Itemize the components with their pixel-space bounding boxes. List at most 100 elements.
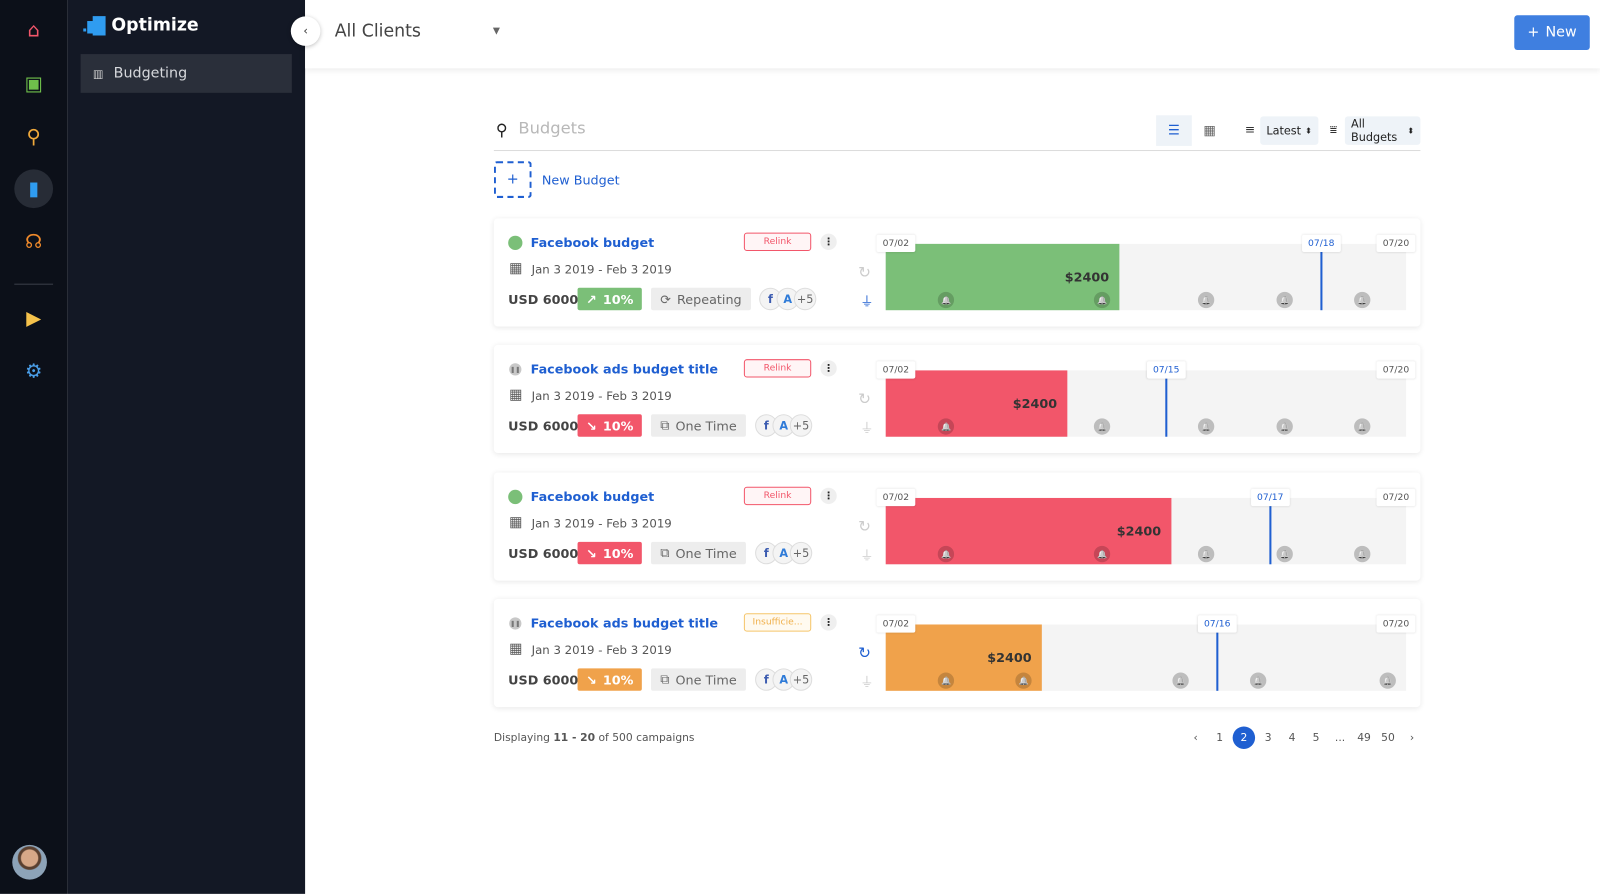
- more-options-icon[interactable]: ⋮: [820, 614, 837, 631]
- analytics-search-icon[interactable]: ⚲: [14, 117, 53, 156]
- spent-value: $2400: [1116, 523, 1162, 539]
- history-icon[interactable]: ↻: [858, 390, 871, 408]
- platforms[interactable]: f A +5: [755, 668, 813, 691]
- trend-down-icon: ↘: [586, 671, 597, 688]
- bell-icon[interactable]: 🔔: [1094, 291, 1111, 309]
- view-toggle: ☰ ▦: [1156, 115, 1227, 146]
- summary-suffix: of 500 campaigns: [595, 731, 695, 744]
- plug-icon[interactable]: ⏚: [860, 291, 873, 310]
- page-49[interactable]: 49: [1352, 727, 1376, 749]
- page-1[interactable]: 1: [1208, 727, 1232, 749]
- history-icon[interactable]: ↻: [858, 517, 871, 535]
- more-options-icon[interactable]: ⋮: [820, 233, 837, 250]
- chevron-right-icon[interactable]: ›: [1400, 727, 1424, 749]
- budgets-toolbar: ⚲ ☰ ▦ ≡ Latest⬍ ⩸ All Budgets⬍: [493, 114, 1421, 152]
- relink-badge[interactable]: Relink: [743, 232, 812, 252]
- platforms[interactable]: f A +5: [759, 287, 817, 311]
- today-date-label: 07/17: [1250, 488, 1290, 507]
- bell-icon[interactable]: 🔔: [1276, 418, 1294, 435]
- plug-icon[interactable]: ⏚: [860, 417, 873, 436]
- budget-timeline: $2400 🔔 🔔 🔔 🔔 🔔 07/02 07/20 07/17: [876, 488, 1416, 565]
- calendar-icon: ▦: [509, 514, 523, 531]
- pause-icon[interactable]: ❚❚: [509, 617, 522, 630]
- bell-icon[interactable]: 🔔: [937, 418, 955, 435]
- bell-icon[interactable]: 🔔: [1354, 545, 1371, 563]
- new-budget-button[interactable]: + New Budget: [493, 161, 620, 198]
- page-3[interactable]: 3: [1256, 727, 1280, 749]
- bell-icon[interactable]: 🔔: [1094, 418, 1111, 435]
- bell-icon[interactable]: 🔔: [1276, 545, 1294, 563]
- plugin-icon[interactable]: ▶: [14, 299, 53, 338]
- bell-icon[interactable]: 🔔: [1276, 291, 1294, 309]
- warning-badge[interactable]: Insufficie...: [743, 613, 812, 632]
- more-options-icon[interactable]: ⋮: [820, 487, 837, 505]
- platforms[interactable]: f A +5: [755, 541, 813, 565]
- presentation-icon[interactable]: ▣: [14, 64, 53, 103]
- home-icon[interactable]: ⌂: [14, 11, 53, 50]
- budget-type-label: Repeating: [677, 291, 742, 307]
- budget-title[interactable]: Facebook ads budget title: [531, 615, 718, 630]
- pagination-ellipsis: ...: [1334, 731, 1346, 744]
- avatar[interactable]: [12, 844, 47, 880]
- page-5[interactable]: 5: [1304, 727, 1328, 749]
- history-icon[interactable]: ↻: [858, 263, 871, 281]
- bell-icon[interactable]: 🔔: [937, 545, 955, 563]
- sidebar-item-budgeting[interactable]: ▥ Budgeting: [80, 54, 292, 93]
- pause-icon[interactable]: ❚❚: [509, 363, 522, 376]
- audience-icon[interactable]: ☊: [14, 222, 53, 261]
- sort-value: Latest: [1266, 123, 1302, 138]
- more-platforms-count: +5: [789, 541, 813, 565]
- trend-up-icon: ↗: [586, 291, 597, 307]
- search-input[interactable]: [518, 118, 825, 138]
- history-icon[interactable]: ↻: [858, 644, 871, 662]
- filter-select[interactable]: All Budgets ⬍: [1344, 116, 1421, 145]
- bell-icon[interactable]: 🔔: [1015, 672, 1032, 689]
- bell-icon[interactable]: 🔔: [1250, 672, 1267, 689]
- status-active-icon: [508, 235, 523, 250]
- plug-icon[interactable]: ⏚: [860, 545, 873, 564]
- collapse-sidebar-button[interactable]: ‹: [290, 16, 321, 46]
- relink-badge[interactable]: Relink: [743, 486, 812, 506]
- page-4[interactable]: 4: [1280, 727, 1304, 749]
- bell-icon[interactable]: 🔔: [1198, 418, 1215, 435]
- bell-icon[interactable]: 🔔: [1198, 545, 1215, 563]
- settings-icon[interactable]: ⚙: [14, 352, 53, 391]
- bell-icon[interactable]: 🔔: [937, 672, 955, 689]
- sort-select[interactable]: Latest ⬍: [1260, 116, 1319, 145]
- spent-value: $2400: [987, 649, 1032, 666]
- bell-icon[interactable]: 🔔: [1198, 291, 1215, 309]
- pagination: ‹ 1 2 3 4 5... 49 50 ›: [1184, 726, 1424, 749]
- chevron-left-icon[interactable]: ‹: [1184, 727, 1208, 749]
- list-view-icon[interactable]: ☰: [1156, 115, 1192, 146]
- more-platforms-count: +5: [789, 668, 813, 691]
- budget-title[interactable]: Facebook budget: [531, 235, 655, 250]
- bell-icon[interactable]: 🔔: [1094, 545, 1111, 563]
- chevron-down-icon[interactable]: ▼: [493, 27, 500, 37]
- filter-value: All Budgets: [1351, 117, 1398, 144]
- today-marker: [1165, 370, 1168, 437]
- platforms[interactable]: f A +5: [755, 414, 813, 437]
- bell-icon[interactable]: 🔔: [937, 291, 955, 309]
- new-button[interactable]: + New: [1514, 15, 1590, 50]
- today-date-label: 07/15: [1146, 361, 1186, 379]
- bell-icon[interactable]: 🔔: [1379, 672, 1397, 689]
- budget-title[interactable]: Facebook ads budget title: [531, 361, 718, 376]
- client-selector[interactable]: All Clients: [335, 21, 421, 41]
- page-2[interactable]: 2: [1232, 726, 1256, 749]
- plug-icon[interactable]: ⏚: [860, 671, 873, 691]
- date-range: Jan 3 2019 - Feb 3 2019: [531, 516, 672, 531]
- bell-icon[interactable]: 🔔: [1172, 672, 1189, 689]
- percent-value: 10%: [602, 291, 634, 307]
- more-options-icon[interactable]: ⋮: [820, 360, 837, 377]
- budget-title[interactable]: Facebook budget: [531, 489, 655, 504]
- summary-range: 11 - 20: [553, 731, 596, 744]
- optimize-icon[interactable]: ▮: [14, 169, 54, 209]
- trend-down-icon: ↘: [586, 545, 597, 561]
- page-50[interactable]: 50: [1376, 727, 1400, 749]
- one-time-icon: ⧉: [660, 544, 670, 561]
- relink-badge[interactable]: Relink: [743, 359, 812, 378]
- grid-view-icon[interactable]: ▦: [1192, 115, 1228, 146]
- sidebar-item-label: Budgeting: [113, 65, 188, 82]
- bell-icon[interactable]: 🔔: [1354, 418, 1371, 435]
- bell-icon[interactable]: 🔔: [1354, 291, 1371, 309]
